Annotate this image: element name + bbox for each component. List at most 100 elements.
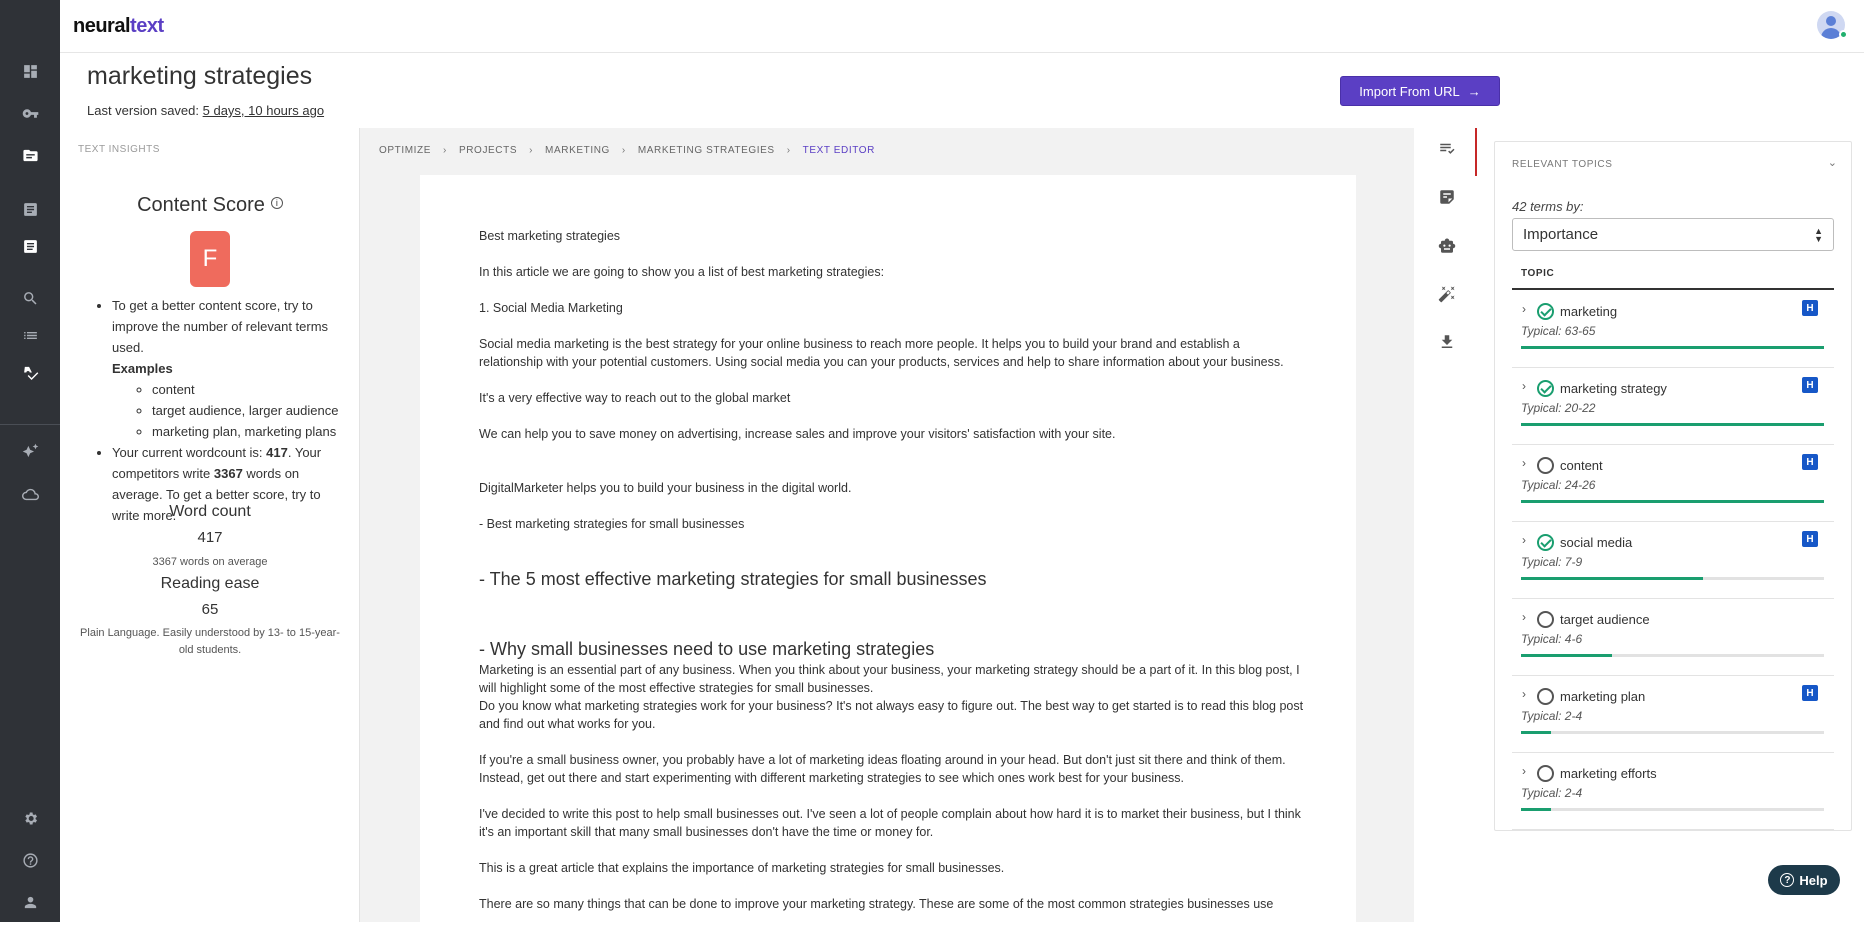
breadcrumb-projects[interactable]: PROJECTS — [459, 145, 517, 156]
doc-heading: - The 5 most effective marketing strateg… — [479, 569, 987, 589]
word-count-title: Word count — [169, 503, 251, 520]
topic-progress-fill — [1521, 500, 1824, 503]
doc-paragraph: It's a very effective way to reach out t… — [479, 391, 791, 405]
download-icon[interactable] — [1438, 333, 1456, 351]
settings-icon[interactable] — [20, 808, 40, 828]
insights-label: TEXT INSIGHTS — [78, 144, 160, 155]
example-item: marketing plan, marketing plans — [152, 421, 346, 442]
spellcheck-icon[interactable] — [20, 362, 40, 382]
topic-row[interactable]: › content Typical: 24-26 H — [1512, 445, 1834, 522]
doc-paragraph: Social media marketing is the best strat… — [479, 337, 1284, 369]
last-saved-link[interactable]: 5 days, 10 hours ago — [203, 103, 324, 118]
last-saved: Last version saved: 5 days, 10 hours ago — [87, 103, 325, 118]
help-button[interactable]: ? Help — [1768, 865, 1840, 895]
breadcrumb: OPTIMIZE › PROJECTS › MARKETING › MARKETING… — [379, 145, 887, 156]
topic-name: content — [1560, 458, 1603, 473]
doc-paragraph: DigitalMarketer helps you to build your … — [479, 481, 852, 495]
dashboard-icon[interactable] — [20, 61, 40, 81]
check-circle-icon — [1537, 303, 1554, 320]
topic-progress-track — [1521, 731, 1824, 734]
document-body[interactable]: Best marketing strategies In this articl… — [479, 227, 1304, 931]
relevant-topics-panel: RELEVANT TOPICS ⌄ 42 terms by: Importanc… — [1494, 141, 1852, 831]
sort-arrows-icon: ▲ ▼ — [1814, 226, 1823, 244]
topic-progress-track — [1521, 577, 1824, 580]
chevron-right-icon[interactable]: › — [1522, 764, 1526, 778]
chevron-right-icon[interactable]: › — [1522, 610, 1526, 624]
question-icon: ? — [1780, 873, 1795, 887]
topic-typical: Typical: 63-65 — [1521, 324, 1596, 338]
doc-paragraph: We can help you to save money on adverti… — [479, 427, 1116, 441]
magic-wand-icon[interactable] — [1438, 285, 1456, 303]
topic-row[interactable]: › marketing Typical: 63-65 H — [1512, 291, 1834, 368]
topic-row[interactable]: › target audience Typical: 4-6 — [1512, 599, 1834, 676]
chevron-down-icon[interactable]: ⌄ — [1828, 156, 1837, 169]
breadcrumb-text-editor: TEXT EDITOR — [802, 145, 875, 156]
help-circle-icon[interactable] — [20, 850, 40, 870]
reading-ease-value: 65 — [201, 601, 219, 618]
breadcrumb-marketing-strategies[interactable]: MARKETING STRATEGIES — [638, 145, 775, 156]
topic-progress-fill — [1521, 654, 1612, 657]
document-icon[interactable] — [20, 236, 40, 256]
empty-circle-icon — [1537, 765, 1554, 782]
checklist-icon[interactable] — [1438, 140, 1456, 158]
chevron-right-icon[interactable]: › — [1522, 379, 1526, 393]
nav-rail — [0, 0, 60, 922]
heading-badge: H — [1802, 531, 1818, 547]
heading-badge: H — [1802, 685, 1818, 701]
chevron-right-icon[interactable]: › — [1522, 687, 1526, 701]
doc-paragraph: 1. Social Media Marketing — [479, 301, 623, 315]
search-icon[interactable] — [20, 288, 40, 308]
chevron-right-icon[interactable]: › — [1522, 533, 1526, 547]
reading-ease-title: Reading ease — [160, 575, 260, 592]
sparkle-icon[interactable] — [20, 441, 40, 461]
topic-typical: Typical: 7-9 — [1521, 555, 1583, 569]
topic-typical: Typical: 24-26 — [1521, 478, 1596, 492]
topic-progress-fill — [1521, 808, 1552, 811]
content-score-title: Content Score i — [60, 194, 360, 217]
doc-paragraph: Marketing is an essential part of any bu… — [479, 663, 1300, 695]
topic-row[interactable]: › social media Typical: 7-9 H — [1512, 522, 1834, 599]
topic-row[interactable]: › marketing efforts Typical: 2-4 — [1512, 753, 1834, 830]
import-from-url-button[interactable]: Import From URL → — [1340, 76, 1500, 106]
chevron-right-icon[interactable]: › — [1522, 302, 1526, 316]
key-icon[interactable] — [20, 103, 40, 123]
user-icon[interactable] — [20, 892, 40, 912]
folder-icon[interactable] — [20, 145, 40, 165]
top-bar: neuraltext — [60, 0, 1864, 53]
online-status-dot — [1839, 30, 1848, 39]
logo[interactable]: neuraltext — [73, 15, 164, 38]
edit-document-icon[interactable] — [20, 199, 40, 219]
cloud-icon[interactable] — [20, 484, 40, 504]
document-page[interactable]: Best marketing strategies In this articl… — [420, 175, 1356, 935]
doc-heading: - Why small businesses need to use marke… — [479, 639, 935, 659]
chevron-right-icon: › — [621, 145, 626, 156]
breadcrumb-optimize[interactable]: OPTIMIZE — [379, 145, 431, 156]
chevron-right-icon[interactable]: › — [1522, 456, 1526, 470]
doc-paragraph: There are so many things that can be don… — [479, 897, 1274, 911]
notes-icon[interactable] — [1438, 188, 1456, 206]
topic-progress-track — [1521, 423, 1824, 426]
breadcrumb-marketing[interactable]: MARKETING — [545, 145, 610, 156]
topic-progress-fill — [1521, 346, 1824, 349]
editor-area: OPTIMIZE › PROJECTS › MARKETING › MARKETING… — [360, 128, 1414, 935]
robot-icon[interactable] — [1438, 237, 1456, 255]
doc-paragraph: If you're a small business owner, you pr… — [479, 753, 1286, 785]
relevant-topics-header: RELEVANT TOPICS — [1512, 159, 1613, 170]
example-item: target audience, larger audience — [152, 400, 346, 421]
empty-circle-icon — [1537, 457, 1554, 474]
topic-column-header: TOPIC — [1521, 268, 1555, 279]
topic-typical: Typical: 4-6 — [1521, 632, 1583, 646]
chevron-right-icon: › — [786, 145, 791, 156]
topic-row[interactable]: › marketing strategy Typical: 20-22 H — [1512, 368, 1834, 445]
info-icon[interactable]: i — [270, 197, 283, 209]
topic-row[interactable]: › marketing plan Typical: 2-4 H — [1512, 676, 1834, 753]
topic-progress-fill — [1521, 577, 1703, 580]
topic-name: marketing plan — [1560, 689, 1646, 704]
chevron-right-icon: › — [443, 145, 447, 156]
word-count-sub: 3367 words on average — [152, 556, 268, 568]
list-icon[interactable] — [20, 325, 40, 345]
topic-progress-track — [1521, 654, 1824, 657]
word-count-value: 417 — [197, 529, 223, 546]
topic-typical: Typical: 2-4 — [1521, 786, 1583, 800]
sort-select[interactable]: Importance ▲ ▼ — [1512, 218, 1834, 251]
